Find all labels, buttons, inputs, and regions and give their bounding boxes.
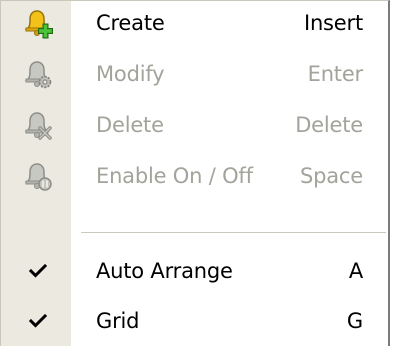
menu-item-delete[interactable]: Delete Delete [1, 103, 389, 147]
menu-item-shortcut: Delete [295, 113, 363, 137]
bell-add-icon [21, 7, 53, 39]
menu-item-grid[interactable]: Grid G [1, 299, 389, 343]
checkmark-icon [28, 261, 48, 279]
menu-item-label: Modify [96, 62, 165, 86]
menu-item-label: Delete [96, 113, 164, 137]
menu-item-label: Grid [96, 309, 140, 333]
menu-item-shortcut: Enter [307, 62, 364, 86]
menu-item-shortcut: Insert [303, 11, 363, 35]
menu-item-label: Enable On / Off [96, 164, 253, 188]
menu-item-auto-arrange[interactable]: Auto Arrange A [1, 249, 389, 293]
menu-item-label: Auto Arrange [96, 259, 233, 283]
menu-separator [81, 232, 386, 234]
bell-delete-icon [21, 109, 53, 141]
checkmark-icon [28, 311, 48, 329]
menu-item-create[interactable]: Create Insert [1, 1, 389, 45]
menu-item-shortcut: Space [300, 164, 363, 188]
menu-item-modify[interactable]: Modify Enter [1, 52, 389, 96]
context-menu: Create Insert Modify Enter Delete Delete… [0, 0, 390, 346]
menu-item-enable-toggle[interactable]: Enable On / Off Space [1, 154, 389, 198]
bell-toggle-icon [21, 160, 53, 192]
menu-item-label: Create [96, 11, 165, 35]
menu-item-shortcut: G [346, 309, 363, 333]
bell-gear-icon [21, 58, 53, 90]
menu-item-shortcut: A [348, 259, 363, 283]
